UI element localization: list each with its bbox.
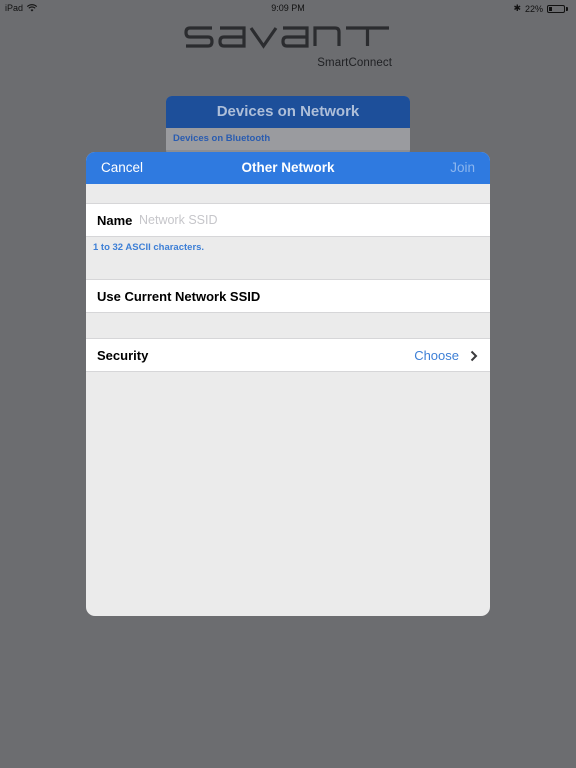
logo-subtitle: SmartConnect (317, 57, 392, 69)
security-value: Choose (414, 348, 459, 363)
network-ssid-input[interactable] (139, 210, 469, 230)
chevron-right-icon (470, 350, 478, 362)
battery-fill (549, 6, 552, 11)
battery-percent: 22% (524, 3, 543, 14)
security-cell[interactable]: Security Choose (86, 338, 490, 372)
savant-wordmark (184, 26, 389, 49)
bluetooth-icon: ✱ (513, 3, 521, 13)
devices-on-network-card: Devices on Network Devices on Bluetooth (166, 96, 410, 156)
battery-icon (547, 4, 568, 13)
status-time: 9:09 PM (271, 3, 305, 13)
status-bar: iPad 9:09 PM ✱ 22% (0, 0, 576, 16)
savant-logo: SmartConnect (184, 22, 394, 74)
name-cell: Name (86, 203, 490, 237)
security-label: Security (97, 348, 149, 363)
use-current-network-ssid-button[interactable]: Use Current Network SSID (86, 279, 490, 313)
modal-title: Other Network (241, 160, 335, 175)
join-button[interactable]: Join (450, 160, 475, 175)
modal-nav-bar: Cancel Other Network Join (86, 152, 490, 184)
devices-card-section: Devices on Bluetooth (166, 128, 410, 150)
use-current-ssid-label: Use Current Network SSID (97, 289, 261, 304)
ssid-hint: 1 to 32 ASCII characters. (93, 242, 205, 253)
other-network-modal: Cancel Other Network Join Name 1 to 32 A… (86, 152, 490, 616)
name-label: Name (97, 213, 133, 228)
devices-card-title: Devices on Network (166, 96, 410, 128)
